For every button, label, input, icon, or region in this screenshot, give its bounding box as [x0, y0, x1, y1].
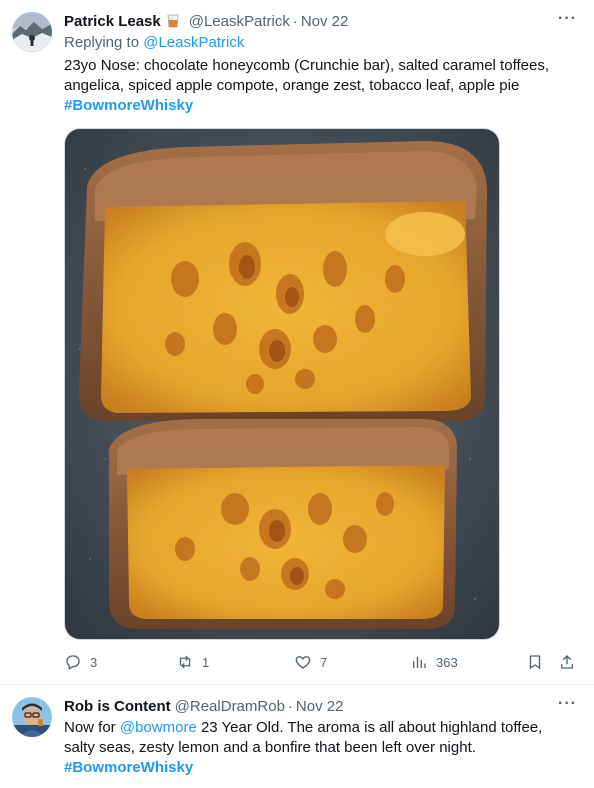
- reply-count: 3: [90, 654, 98, 670]
- tweet-text-line: 23yo Nose: chocolate honeycomb (Crunchie…: [64, 57, 549, 74]
- tweet-text-line: angelica, spiced apple compote, orange z…: [64, 77, 520, 94]
- replying-to: Replying to @LeaskPatrick: [64, 34, 244, 51]
- hashtag-link[interactable]: #BowmoreWhisky: [64, 759, 193, 776]
- retweet-count: 1: [202, 654, 210, 670]
- separator-dot: ·: [287, 697, 293, 715]
- retweet-button[interactable]: 1: [176, 650, 209, 674]
- tweet-patrick-leask[interactable]: Patrick Leask @LeaskPatrick · Nov 22 ···…: [0, 0, 594, 685]
- author-handle[interactable]: @LeaskPatrick: [189, 13, 290, 30]
- whisky-glass-icon: [165, 13, 181, 29]
- tweet-image[interactable]: [64, 128, 500, 640]
- author-handle[interactable]: @RealDramRob: [175, 698, 285, 715]
- like-button[interactable]: 7: [294, 650, 327, 674]
- tweet-text-segment: Now for: [64, 719, 120, 736]
- reply-button[interactable]: 3: [64, 650, 97, 674]
- tweet-timestamp[interactable]: Nov 22: [301, 13, 349, 30]
- reply-icon: [66, 655, 80, 670]
- tweet-header: Patrick Leask @LeaskPatrick · Nov 22: [64, 11, 348, 31]
- share-icon: [561, 655, 573, 669]
- avatar-rob-is-content[interactable]: [12, 697, 52, 737]
- tweet-timestamp[interactable]: Nov 22: [296, 698, 344, 715]
- tweet-text: Now for @bowmore 23 Year Old. The aroma …: [64, 718, 576, 778]
- mention-link[interactable]: @bowmore: [120, 719, 197, 736]
- more-options-icon[interactable]: ···: [558, 695, 577, 713]
- share-button[interactable]: [558, 650, 576, 674]
- tweet-text: 23yo Nose: chocolate honeycomb (Crunchie…: [64, 56, 576, 116]
- more-options-icon[interactable]: ···: [558, 10, 577, 28]
- author-name[interactable]: Rob is Content: [64, 698, 171, 715]
- heart-icon: [295, 656, 311, 669]
- tweet-actions: 3 1 7 363: [64, 650, 584, 674]
- tweet-rob-is-content[interactable]: Rob is Content @RealDramRob · Nov 22 ···…: [0, 685, 594, 788]
- bookmark-button[interactable]: [526, 650, 544, 674]
- separator-dot: ·: [292, 12, 298, 30]
- hashtag-link[interactable]: #BowmoreWhisky: [64, 97, 193, 114]
- views-count: 363: [436, 654, 458, 670]
- bookmark-icon: [529, 655, 541, 670]
- replying-handle-link[interactable]: @LeaskPatrick: [143, 34, 244, 51]
- retweet-icon: [179, 655, 191, 669]
- tweet-text-line: salty seas, zesty lemon and a bonfire th…: [64, 739, 476, 756]
- avatar-patrick-leask[interactable]: [12, 12, 52, 52]
- author-name[interactable]: Patrick Leask: [64, 13, 161, 30]
- replying-prefix: Replying to: [64, 34, 140, 51]
- tweet-text-segment: 23 Year Old. The aroma is all about high…: [196, 719, 543, 736]
- views-button[interactable]: 363: [410, 650, 458, 674]
- tweet-header: Rob is Content @RealDramRob · Nov 22: [64, 696, 343, 716]
- views-chart-icon: [413, 656, 426, 668]
- like-count: 7: [320, 654, 328, 670]
